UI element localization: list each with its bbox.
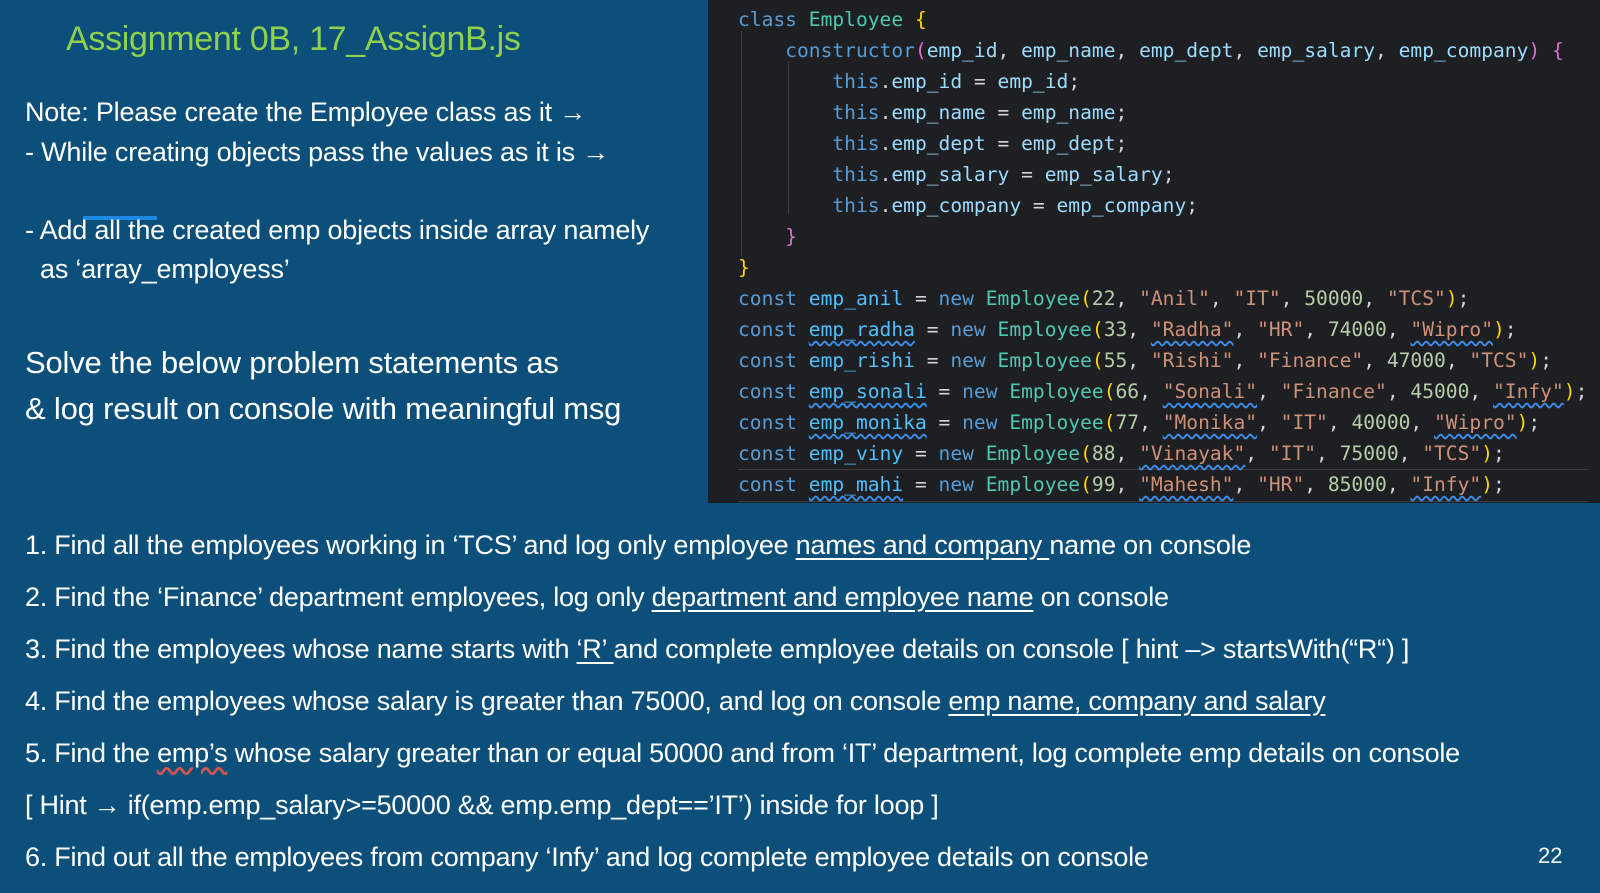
- code-editor[interactable]: class Employee { constructor(emp_id, emp…: [708, 0, 1600, 503]
- code-line: class Employee {: [738, 8, 927, 31]
- code-line: const emp_anil = new Employee(22, "Anil"…: [738, 287, 1470, 310]
- problem-5: 5. Find the emp’s whose salary greater t…: [25, 738, 1460, 768]
- problem-5-hint: [ Hint → if(emp.emp_salary>=50000 && emp…: [25, 790, 939, 820]
- code-line: const emp_sonali = new Employee(66, "Son…: [738, 380, 1588, 403]
- code-line: }: [785, 225, 797, 248]
- problem-2: 2. Find the ‘Finance’ department employe…: [25, 582, 1169, 612]
- code-line: constructor(emp_id, emp_name, emp_dept, …: [785, 39, 1564, 62]
- code-line: const emp_rishi = new Employee(55, "Rish…: [738, 349, 1552, 372]
- instruction-line-2: & log result on console with meaningful …: [25, 391, 622, 426]
- note-line-3: - Add all the created emp objects inside…: [25, 215, 650, 245]
- problem-6: 6. Find out all the employees from compa…: [25, 842, 1149, 872]
- code-line: this.emp_name = emp_name;: [832, 101, 1128, 124]
- code-line: const emp_viny = new Employee(88, "Vinay…: [738, 442, 1505, 465]
- slide-title: Assignment 0B, 17_AssignB.js: [66, 20, 521, 58]
- code-line: this.emp_salary = emp_salary;: [832, 163, 1175, 186]
- problem-1: 1. Find all the employees working in ‘TC…: [25, 530, 1252, 560]
- note-line-1: Note: Please create the Employee class a…: [25, 97, 587, 127]
- problem-4: 4. Find the employees whose salary is gr…: [25, 686, 1326, 716]
- note-line-2: - While creating objects pass the values…: [25, 137, 610, 167]
- code-line: const emp_mahi = new Employee(99, "Mahes…: [738, 473, 1505, 496]
- instruction-line-1: Solve the below problem statements as: [25, 345, 559, 380]
- code-line: }: [738, 256, 750, 279]
- instructions: Solve the below problem statements as & …: [25, 340, 621, 432]
- note-line-4: as ‘array_employess’: [40, 254, 290, 284]
- page-number: 22: [1538, 843, 1563, 868]
- code-line: const emp_radha = new Employee(33, "Radh…: [738, 318, 1517, 341]
- code-line: this.emp_dept = emp_dept;: [832, 132, 1128, 155]
- code-line: this.emp_company = emp_company;: [832, 194, 1199, 217]
- problem-3: 3. Find the employees whose name starts …: [25, 634, 1410, 664]
- code-line: const emp_monika = new Employee(77, "Mon…: [738, 411, 1541, 434]
- code-line: this.emp_id = emp_id;: [832, 70, 1081, 93]
